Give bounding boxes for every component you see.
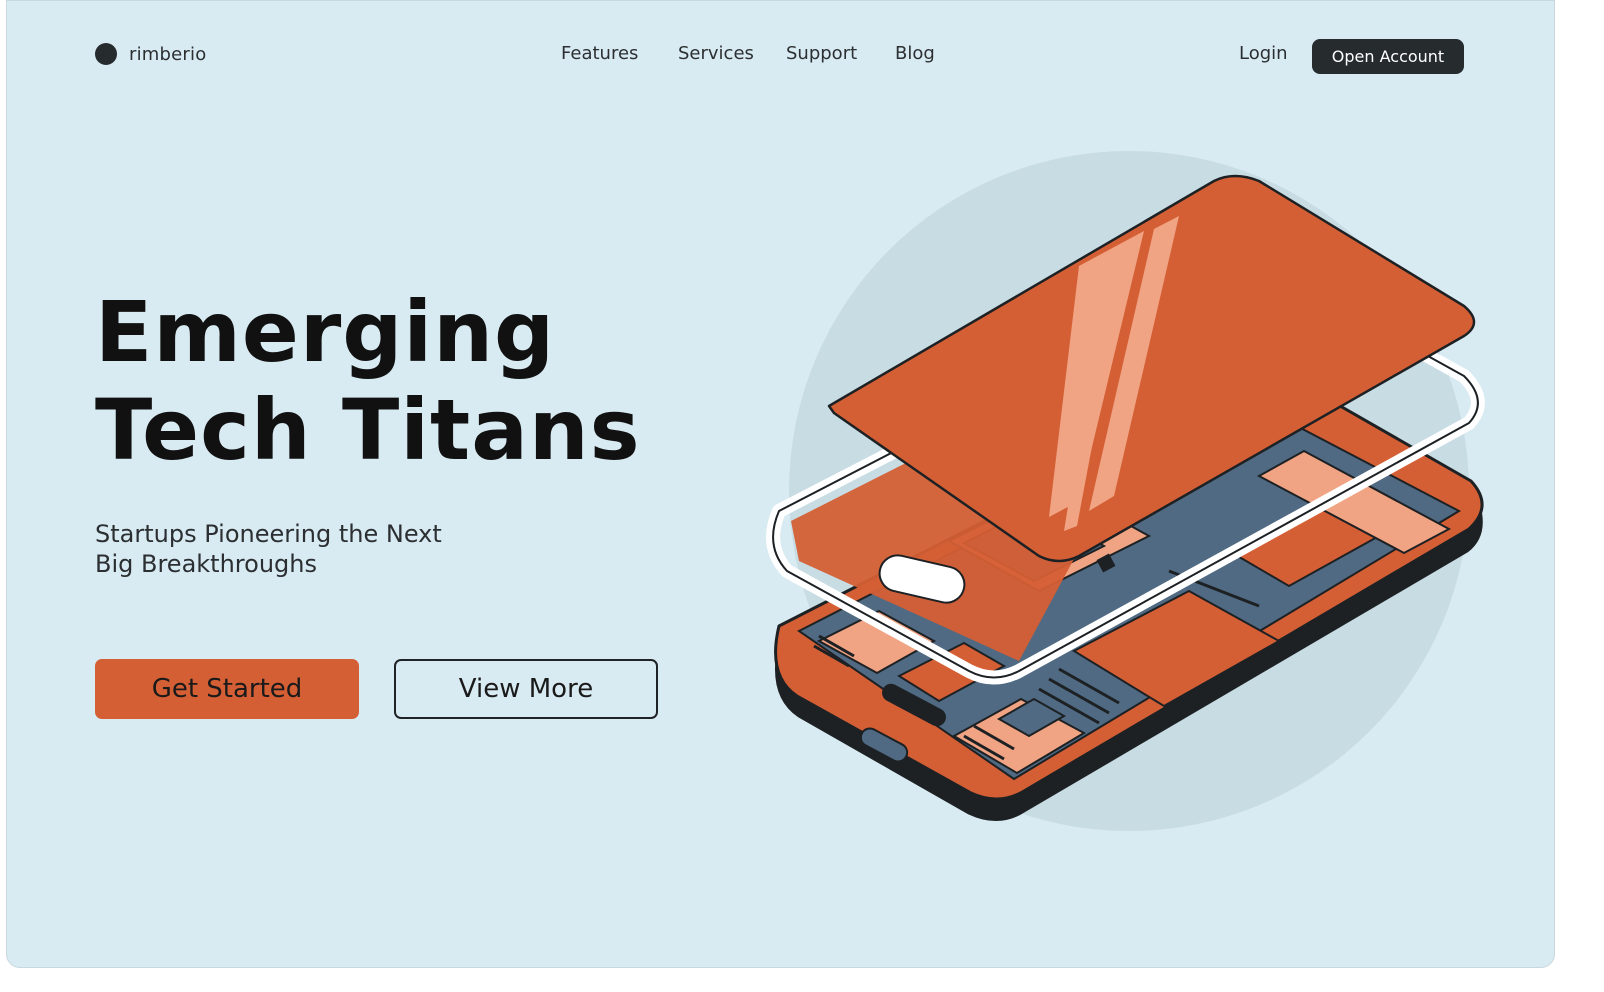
brand-name: rimberio xyxy=(129,43,207,65)
hero-title: Emerging Tech Titans xyxy=(95,283,641,479)
hero-title-line-2: Tech Titans xyxy=(95,381,641,479)
isometric-smartphone-illustration xyxy=(766,151,1485,831)
brand[interactable]: rimberio xyxy=(95,43,206,65)
landing-page: rimberio Features Services Support Blog … xyxy=(6,0,1555,968)
hero-subtitle-line-1: Startups Pioneering the Next xyxy=(95,520,442,548)
nav-item-services[interactable]: Services xyxy=(678,43,754,64)
nav-item-blog[interactable]: Blog xyxy=(895,43,935,64)
login-link[interactable]: Login xyxy=(1239,43,1288,64)
view-more-button[interactable]: View More xyxy=(394,659,658,719)
brand-logo-icon xyxy=(95,43,117,65)
hero-subtitle-line-2: Big Breakthroughs xyxy=(95,550,317,578)
get-started-button[interactable]: Get Started xyxy=(95,659,359,719)
hero-title-line-1: Emerging xyxy=(95,283,556,381)
hero-subtitle: Startups Pioneering the Next Big Breakth… xyxy=(95,519,515,579)
nav-item-features[interactable]: Features xyxy=(561,43,638,64)
open-account-button[interactable]: Open Account xyxy=(1312,39,1464,74)
nav-item-support[interactable]: Support xyxy=(786,43,857,64)
